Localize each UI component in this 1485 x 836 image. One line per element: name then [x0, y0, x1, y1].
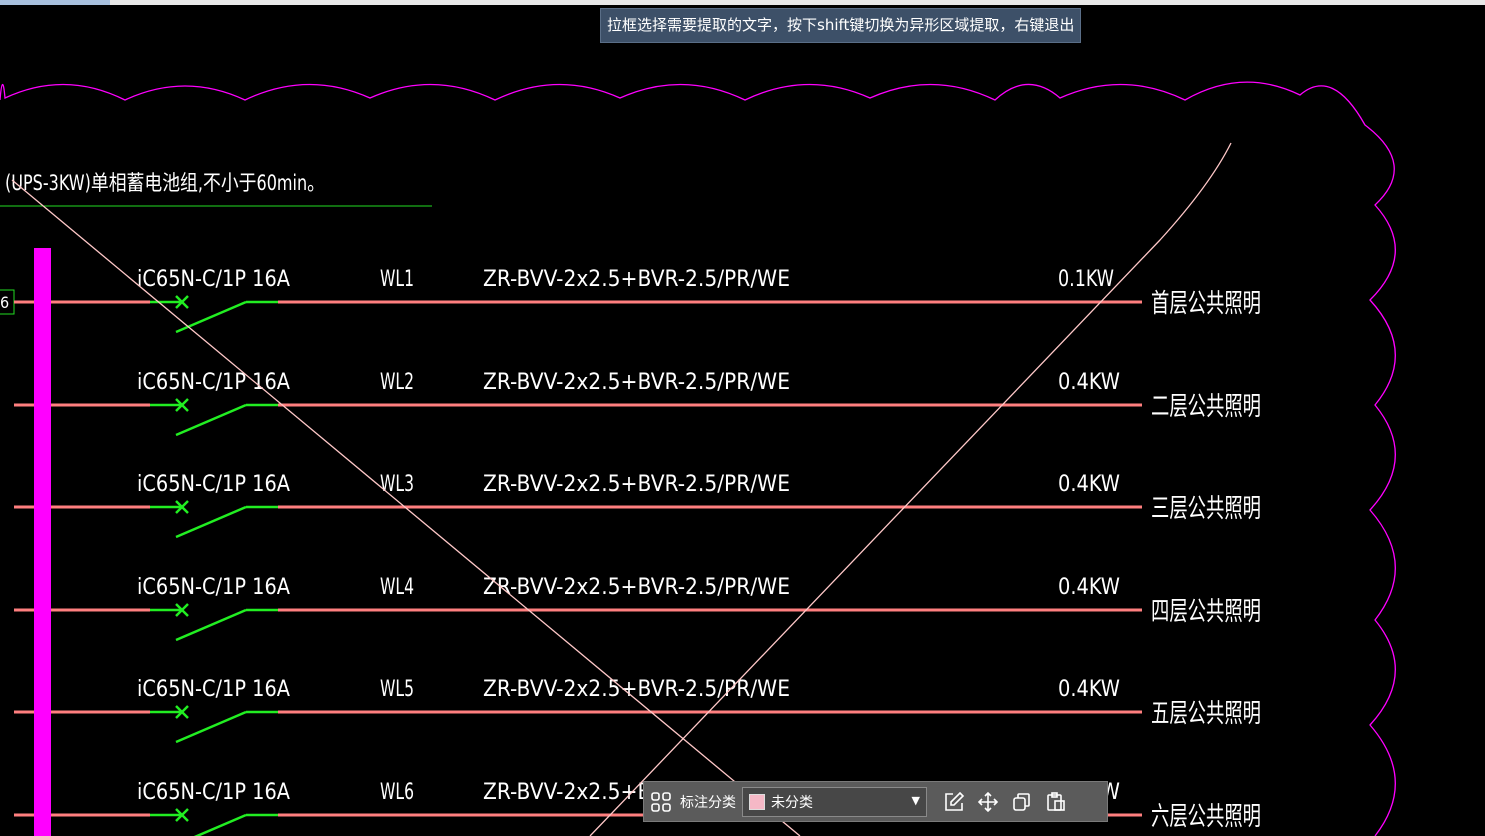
breaker-spec: iC65N-C/1P 16A	[137, 370, 290, 395]
cable-spec: ZR-BVV-2x2.5+BVR-2.5/PR/WE	[483, 677, 790, 702]
load-power: 0.4KW	[1058, 370, 1120, 395]
load-name: 首层公共照明	[1151, 289, 1261, 319]
load-name: 三层公共照明	[1151, 494, 1261, 524]
edit-icon[interactable]	[937, 783, 971, 821]
load-name: 五层公共照明	[1151, 699, 1261, 729]
left-tag-text: 6	[0, 293, 9, 312]
load-power: 0.4KW	[1058, 677, 1120, 702]
load-name: 四层公共照明	[1151, 597, 1261, 627]
load-name: 六层公共照明	[1151, 802, 1261, 832]
cad-drawing-canvas[interactable]: (UPS-3KW)单相蓄电池组,不小于60min。 6 iC65N-C/1P 1…	[0, 5, 1485, 836]
cable-spec: ZR-BVV-2x2.5+BVR-2.5/PR/WE	[483, 267, 790, 292]
breaker-spec: iC65N-C/1P 16A	[137, 780, 290, 805]
circuit-id: WL2	[380, 370, 414, 395]
circuit-id: WL4	[380, 575, 414, 600]
circuit-row: iC65N-C/1P 16A WL3 ZR-BVV-2x2.5+BVR-2.5/PR…	[14, 472, 1261, 539]
busbar	[34, 248, 51, 836]
category-select[interactable]: 未分类 ▼	[742, 786, 927, 817]
circuit-row: iC65N-C/1P 16A WL4 ZR-BVV-2x2.5+BVR-2.5/PR…	[14, 575, 1261, 642]
cable-spec: ZR-BVV-2x2.5+BVR-2.5/PR/WE	[483, 370, 790, 395]
circuit-id: WL1	[380, 267, 414, 292]
circuit-rows: iC65N-C/1P 16A WL1 ZR-BVV-2x2.5+BVR-2.5/PR…	[14, 267, 1261, 836]
load-power: 0.1KW	[1058, 267, 1114, 292]
breaker-spec: iC65N-C/1P 16A	[137, 677, 290, 702]
cable-spec: ZR-BVV-2x2.5+BVR-2.5/PR/WE	[483, 575, 790, 600]
load-name: 二层公共照明	[1151, 392, 1261, 422]
load-power: 0.4KW	[1058, 575, 1120, 600]
chevron-down-icon[interactable]: ▼	[912, 794, 920, 807]
annotation-toolbar: 标注分类 未分类 ▼	[643, 781, 1108, 822]
paste-icon[interactable]	[1039, 783, 1073, 821]
category-color-swatch	[749, 793, 765, 810]
load-power: 0.4KW	[1058, 472, 1120, 497]
category-label: 标注分类	[680, 794, 736, 811]
note-text: (UPS-3KW)单相蓄电池组,不小于60min。	[5, 171, 325, 195]
move-icon[interactable]	[971, 783, 1005, 821]
circuit-id: WL3	[380, 472, 414, 497]
cable-spec: ZR-BVV-2x2.5+BVR-2.5/PR/WE	[483, 472, 790, 497]
breaker-spec: iC65N-C/1P 16A	[137, 472, 290, 497]
circuit-row: iC65N-C/1P 16A WL2 ZR-BVV-2x2.5+BVR-2.5/PR…	[14, 370, 1261, 437]
circuit-id: WL5	[380, 677, 414, 702]
circuit-row: iC65N-C/1P 16A WL5 ZR-BVV-2x2.5+BVR-2.5/PR…	[14, 677, 1261, 744]
breaker-spec: iC65N-C/1P 16A	[137, 575, 290, 600]
grid-icon[interactable]	[644, 783, 678, 821]
breaker-spec: iC65N-C/1P 16A	[137, 267, 290, 292]
circuit-row: iC65N-C/1P 16A WL1 ZR-BVV-2x2.5+BVR-2.5/PR…	[14, 267, 1261, 334]
circuit-id: WL6	[380, 780, 414, 805]
prompt-tooltip: 拉框选择需要提取的文字，按下shift键切换为异形区域提取，右键退出	[600, 8, 1082, 43]
copy-icon[interactable]	[1005, 783, 1039, 821]
category-value: 未分类	[771, 794, 813, 811]
